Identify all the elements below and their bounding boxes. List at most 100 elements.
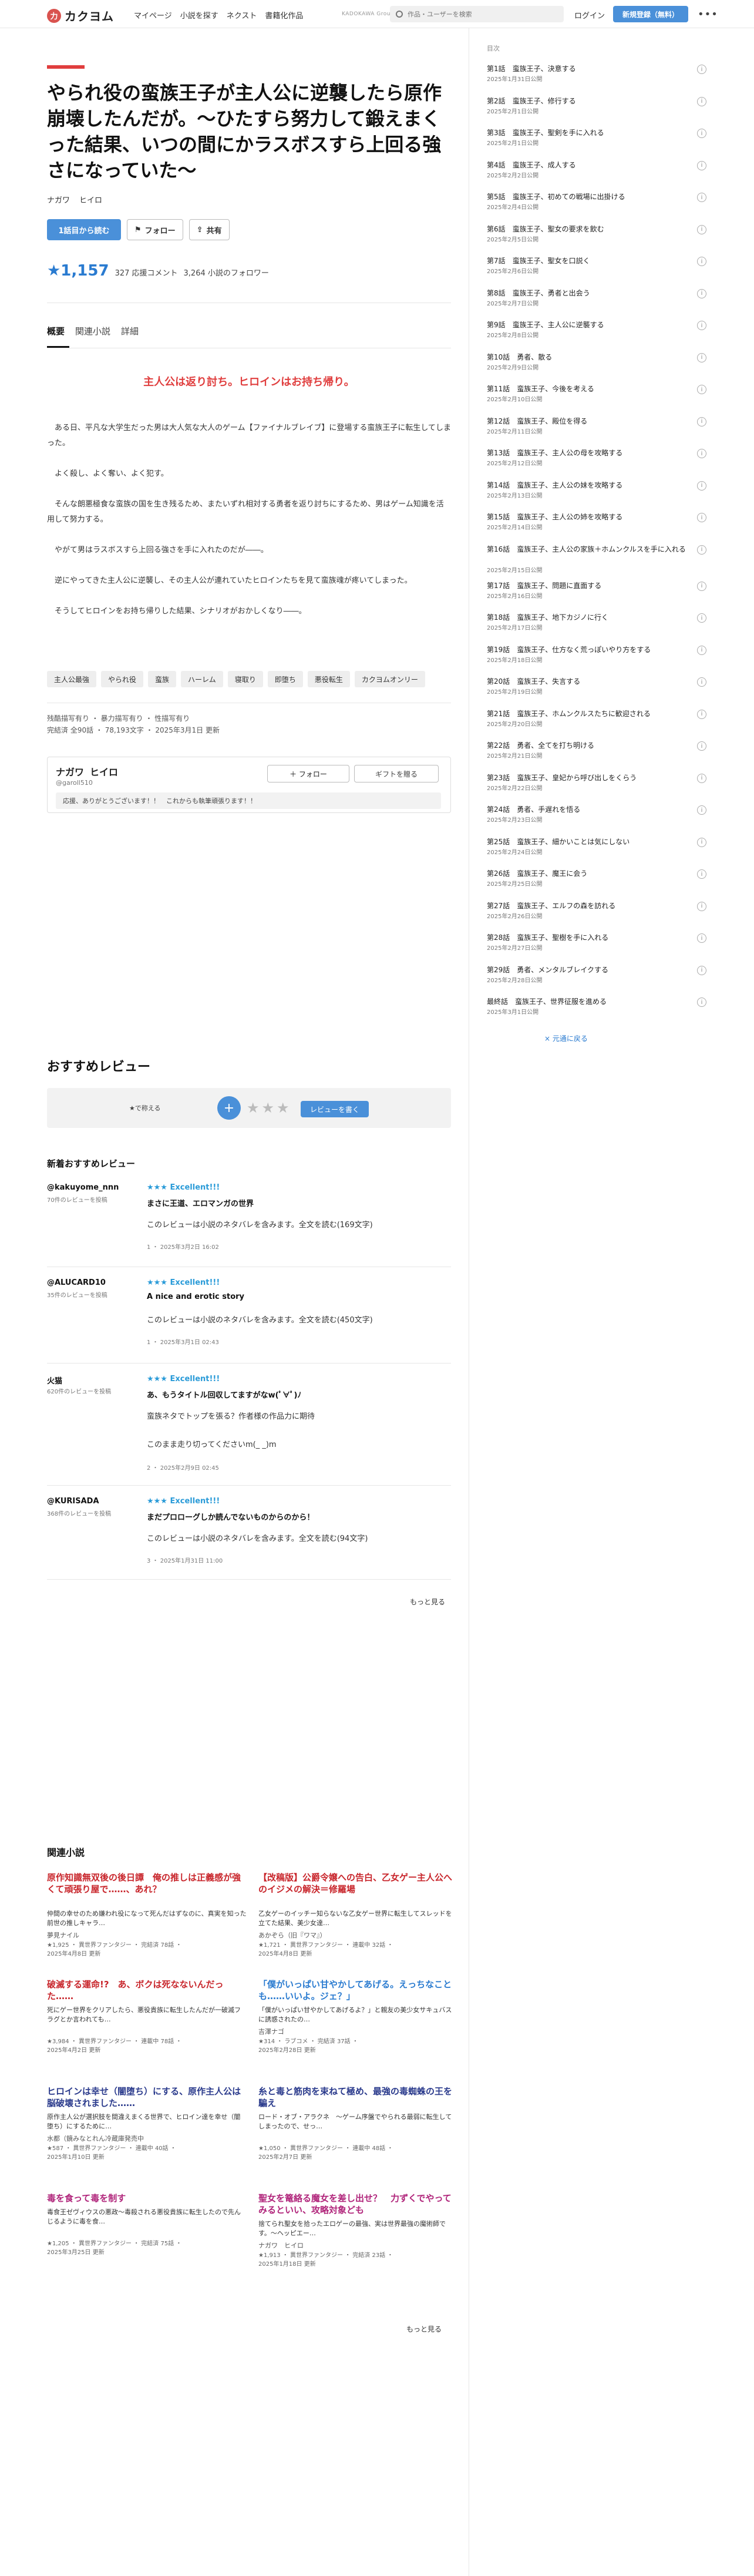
episode-title[interactable]: 第4話 蛮族王子、成人する: [487, 160, 686, 170]
info-icon[interactable]: i: [697, 613, 706, 623]
episode-title[interactable]: 第27話 蛮族王子、エルフの森を訪れる: [487, 901, 686, 911]
info-icon[interactable]: i: [697, 257, 706, 266]
related-card-title[interactable]: 破滅する運命!? あ、ボクは死なないんだった……: [47, 1979, 247, 2002]
follower-count[interactable]: 3,264 小説のフォロワー: [184, 267, 269, 278]
signup-button[interactable]: 新規登録（無料）: [613, 6, 688, 22]
episode-title[interactable]: 第25話 蛮族王子、細かいことは気にしない: [487, 837, 686, 847]
episode-item[interactable]: 第28話 蛮族王子、聖樹を手に入れる 2025年2月27日公開 i: [487, 932, 706, 953]
info-icon[interactable]: i: [697, 65, 706, 74]
add-star-button[interactable]: +: [217, 1096, 241, 1120]
episode-title[interactable]: 第9話 蛮族王子、主人公に逆襲する: [487, 320, 686, 330]
episode-title[interactable]: 第14話 蛮族王子、主人公の妹を攻略する: [487, 480, 686, 491]
tab-details[interactable]: 詳細: [121, 325, 139, 337]
info-icon[interactable]: i: [697, 709, 706, 719]
more-menu-icon[interactable]: •••: [698, 8, 718, 21]
episode-item[interactable]: 第1話 蛮族王子、決意する 2025年1月31日公開 i: [487, 63, 706, 85]
episode-item[interactable]: 第4話 蛮族王子、成人する 2025年2月2日公開 i: [487, 160, 706, 181]
episode-title[interactable]: 第26話 蛮族王子、魔王に会う: [487, 868, 686, 879]
info-icon[interactable]: i: [697, 773, 706, 783]
related-card-title[interactable]: 【改稿版】公爵令嬢への告白、乙女ゲー主人公へのイジメの解決＝修羅場: [258, 1872, 458, 1895]
gift-button[interactable]: ギフトを贈る: [354, 765, 439, 782]
related-card-author[interactable]: 吉澤ナゴ: [258, 2027, 284, 2036]
toc-close-link[interactable]: × 元通に戻る: [544, 1033, 588, 1043]
info-icon[interactable]: i: [697, 545, 706, 555]
review-user[interactable]: 火猫: [47, 1375, 62, 1386]
rating-stars[interactable]: ★★★: [247, 1100, 292, 1116]
episode-item[interactable]: 第2話 蛮族王子、修行する 2025年2月1日公開 i: [487, 96, 706, 117]
login-link[interactable]: ログイン: [574, 9, 605, 21]
episode-title[interactable]: 第21話 蛮族王子、ホムンクルスたちに歓迎される: [487, 708, 686, 719]
star-count[interactable]: ★1,157: [47, 262, 109, 280]
nav-published[interactable]: 書籍化作品: [265, 9, 303, 21]
related-card[interactable]: ヒロインは幸せ（闇堕ち）にする、原作主人公は脳破壊されました…… 原作主人公が選…: [47, 2085, 247, 2174]
tag[interactable]: 蛮族: [148, 671, 177, 687]
tab-overview[interactable]: 概要: [47, 325, 65, 337]
related-card[interactable]: 糸と毒と筋肉を束ねて極め、最強の毒蜘蛛の王を騙え ロード・オブ・アラクネ 〜ゲー…: [258, 2085, 458, 2174]
reviews-more-link[interactable]: もっと見る: [410, 1597, 445, 1607]
episode-item[interactable]: 第23話 蛮族王子、皇妃から呼び出しをくらう 2025年2月22日公開 i: [487, 773, 706, 794]
episode-title[interactable]: 第5話 蛮族王子、初めての戦場に出掛ける: [487, 192, 686, 202]
tab-related[interactable]: 関連小説: [75, 325, 110, 337]
info-icon[interactable]: i: [697, 321, 706, 330]
info-icon[interactable]: i: [697, 288, 706, 298]
episode-title[interactable]: 第6話 蛮族王子、聖女の要求を飲む: [487, 224, 686, 234]
info-icon[interactable]: i: [697, 805, 706, 815]
episode-item[interactable]: 第7話 蛮族王子、聖女を口説く 2025年2月6日公開 i: [487, 256, 706, 277]
review-body[interactable]: このレビューは小説のネタバレを含みます。全文を読む(169文字): [147, 1218, 440, 1232]
episode-item[interactable]: 第20話 蛮族王子、失言する 2025年2月19日公開 i: [487, 676, 706, 697]
episode-item[interactable]: 第5話 蛮族王子、初めての戦場に出掛ける 2025年2月4日公開 i: [487, 192, 706, 213]
episode-item[interactable]: 第21話 蛮族王子、ホムンクルスたちに歓迎される 2025年2月20日公開 i: [487, 708, 706, 730]
episode-item[interactable]: 第10話 勇者、散る 2025年2月9日公開 i: [487, 352, 706, 373]
related-card[interactable]: 聖女を篭絡る魔女を差し出せ？ 力ずくでやってみるといい、攻略対象ども 捨てられ聖…: [258, 2192, 458, 2281]
episode-item[interactable]: 第24話 勇者、手遅れを悟る 2025年2月23日公開 i: [487, 804, 706, 825]
info-icon[interactable]: i: [697, 160, 706, 170]
nav-next[interactable]: ネクスト: [227, 9, 257, 21]
episode-title[interactable]: 第20話 蛮族王子、失言する: [487, 676, 686, 687]
review-headline[interactable]: あ、もうタイトル回収してますがなw(ﾟ∀ﾟ)ﾉ: [147, 1389, 301, 1400]
episode-item[interactable]: 最終話 蛮族王子、世界征服を進める 2025年3月1日公開 i: [487, 996, 706, 1017]
author-follow-button[interactable]: ＋ フォロー: [267, 765, 349, 782]
episode-title[interactable]: 第28話 蛮族王子、聖樹を手に入れる: [487, 932, 686, 943]
episode-item[interactable]: 第8話 蛮族王子、勇者と出会う 2025年2月7日公開 i: [487, 288, 706, 309]
info-icon[interactable]: i: [697, 901, 706, 911]
episode-item[interactable]: 第16話 蛮族王子、主人公の家族＋ホムンクルスを手に入れる 2025年2月15日公…: [487, 544, 706, 575]
episode-title[interactable]: 第1話 蛮族王子、決意する: [487, 63, 686, 74]
review-user[interactable]: @KURISADA: [47, 1497, 99, 1506]
episode-item[interactable]: 第22話 勇者、全てを打ち明ける 2025年2月21日公開 i: [487, 740, 706, 761]
tag[interactable]: 即堕ち: [267, 671, 303, 687]
episode-title[interactable]: 第18話 蛮族王子、地下カジノに行く: [487, 612, 686, 623]
site-logo[interactable]: 力 カクヨム: [47, 7, 114, 24]
share-button[interactable]: ⇪ 共有: [188, 219, 230, 240]
episode-title[interactable]: 第19話 蛮族王子、仕方なく荒っぽいやり方をする: [487, 644, 686, 655]
tag[interactable]: ハーレム: [181, 671, 223, 687]
related-card-author[interactable]: 水都（鏡みなとれん冷蔵庫発売中: [47, 2134, 144, 2143]
info-icon[interactable]: i: [697, 581, 706, 591]
info-icon[interactable]: i: [697, 224, 706, 234]
follow-button[interactable]: ⚑ フォロー: [127, 219, 183, 240]
review-headline[interactable]: まさに王道、エロマンガの世界: [147, 1197, 254, 1208]
info-icon[interactable]: i: [697, 998, 706, 1007]
episode-item[interactable]: 第15話 蛮族王子、主人公の姉を攻略する 2025年2月14日公開 i: [487, 512, 706, 533]
work-author[interactable]: ナガワ ヒイロ: [47, 194, 102, 205]
info-icon[interactable]: i: [697, 129, 706, 138]
review-headline[interactable]: まだプロローグしか読んでないものからのから！: [147, 1511, 314, 1522]
related-card-title[interactable]: ヒロインは幸せ（闇堕ち）にする、原作主人公は脳破壊されました……: [47, 2085, 247, 2109]
review-body[interactable]: このレビューは小説のネタバレを含みます。全文を読む(450文字): [147, 1314, 440, 1328]
episode-title[interactable]: 第3話 蛮族王子、聖剣を手に入れる: [487, 127, 686, 138]
episode-item[interactable]: 第29話 勇者、メンタルブレイクする 2025年2月28日公開 i: [487, 965, 706, 986]
author-card-name[interactable]: ナガワ ヒイロ: [56, 764, 118, 778]
tag[interactable]: 主人公最強: [47, 671, 97, 687]
episode-item[interactable]: 第6話 蛮族王子、聖女の要求を飲む 2025年2月5日公開 i: [487, 224, 706, 245]
review-body[interactable]: このまま走り切ってくださいm(_ _)m: [147, 1438, 440, 1452]
episode-item[interactable]: 第19話 蛮族王子、仕方なく荒っぽいやり方をする 2025年2月18日公開 i: [487, 644, 706, 666]
tag[interactable]: やられ役: [101, 671, 144, 687]
episode-title[interactable]: 第24話 勇者、手遅れを悟る: [487, 804, 686, 815]
related-card-author[interactable]: ナガワ ヒイロ: [258, 2241, 304, 2250]
episode-item[interactable]: 第12話 蛮族王子、殿位を得る 2025年2月11日公開 i: [487, 416, 706, 437]
info-icon[interactable]: i: [697, 837, 706, 847]
related-card[interactable]: 毒を食って毒を制す 毒食王ゼヴィウスの悪政～毒殺される悪役貴族に転生したので先ん…: [47, 2192, 247, 2281]
related-card[interactable]: 破滅する運命!? あ、ボクは死なないんだった…… 死にゲー世界をクリアしたら、悪…: [47, 1979, 247, 2067]
info-icon[interactable]: i: [697, 352, 706, 362]
episode-title[interactable]: 第7話 蛮族王子、聖女を口説く: [487, 256, 686, 266]
related-card-author[interactable]: あかぞら（旧『ワマ』）: [258, 1930, 326, 1940]
